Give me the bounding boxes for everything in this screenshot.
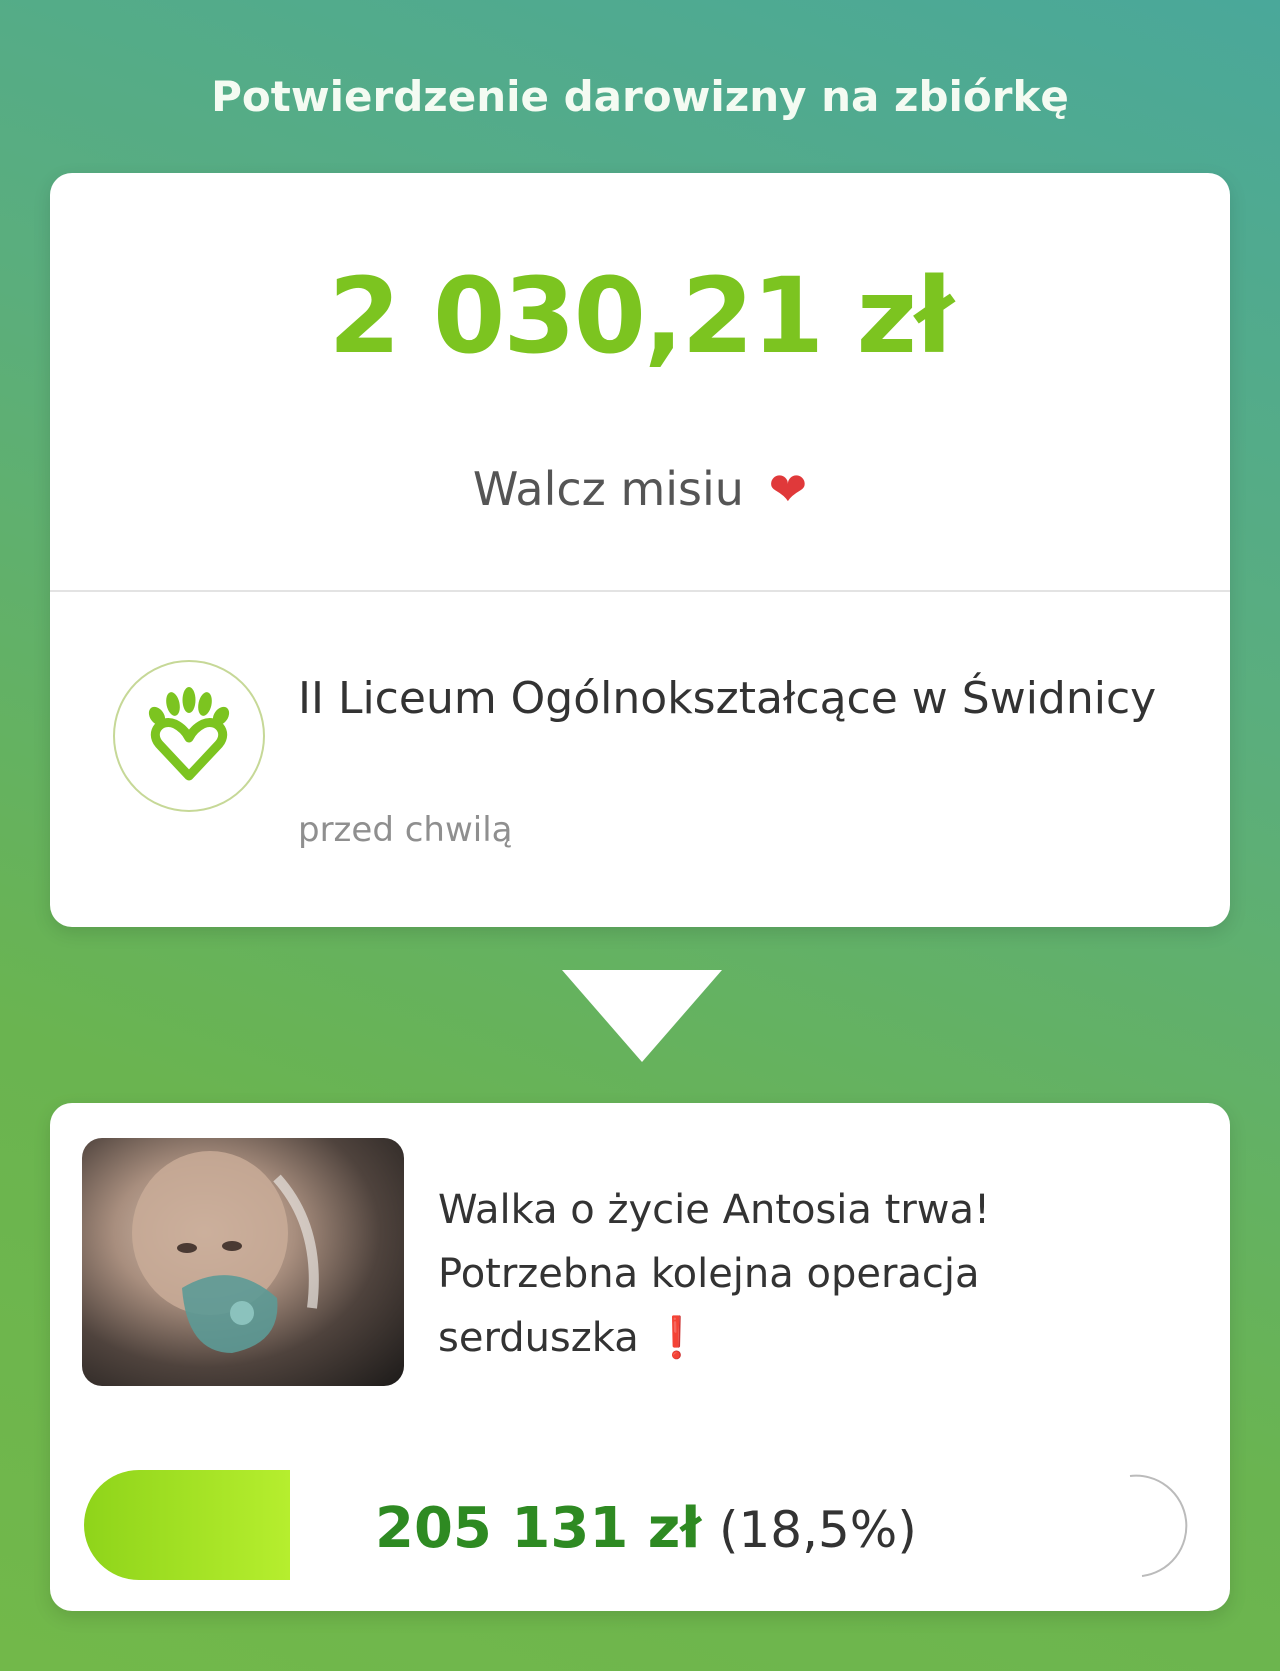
campaign-title[interactable]: Walka o życie Antosia trwa! Potrzebna ko… bbox=[438, 1178, 1158, 1370]
campaign-photo[interactable] bbox=[82, 1138, 404, 1386]
exclamation-icon: ❗ bbox=[651, 1315, 702, 1361]
raised-amount: 205 131 zł bbox=[375, 1496, 702, 1561]
donation-amount: 2 030,21 zł bbox=[328, 255, 953, 377]
donor-name[interactable]: II Liceum Ogólnokształcące w Świdnicy bbox=[298, 665, 1178, 733]
donation-time: przed chwilą bbox=[298, 810, 513, 850]
card-divider bbox=[50, 590, 1230, 592]
raised-percent: (18,5%) bbox=[718, 1501, 917, 1559]
raised-summary: 205 131 zł (18,5%) bbox=[375, 1496, 917, 1561]
donation-message-text: Walcz misiu bbox=[472, 462, 744, 516]
campaign-title-text: Walka o życie Antosia trwa! Potrzebna ko… bbox=[438, 1187, 991, 1361]
progress-fill bbox=[84, 1470, 290, 1580]
donor-avatar bbox=[113, 660, 265, 812]
donation-message: Walcz misiu ❤ bbox=[0, 462, 1280, 516]
arrow-down-icon bbox=[562, 970, 722, 1062]
campaign-progress-bar bbox=[84, 1470, 290, 1580]
page-title: Potwierdzenie darowizny na zbiórkę bbox=[211, 72, 1069, 121]
campaign-photo-image bbox=[132, 1151, 319, 1353]
hand-heart-logo-icon bbox=[148, 687, 230, 781]
loading-spinner-icon bbox=[1129, 1474, 1188, 1577]
heart-icon: ❤ bbox=[768, 462, 808, 516]
